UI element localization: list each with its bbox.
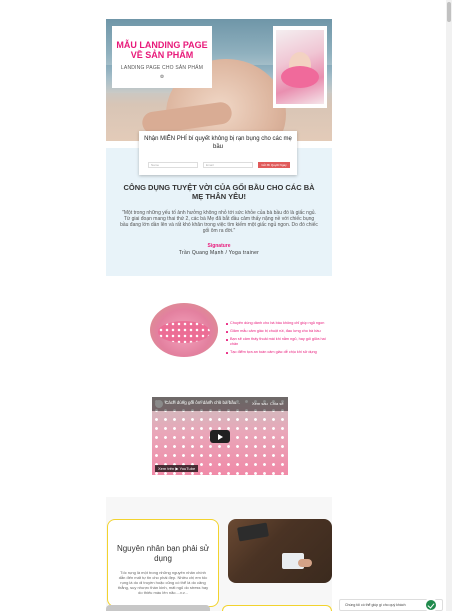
product-photo-frame (273, 26, 327, 108)
reason-heading: Nguyên nhân bạn phải sử dụng (116, 544, 210, 563)
reason-card: Nguyên nhân bạn phải sử dụng Tốc rụng là… (107, 519, 219, 607)
name-input[interactable]: Name (148, 162, 198, 168)
play-icon[interactable] (210, 430, 230, 443)
pillow-circle-image (150, 303, 218, 357)
youtube-video[interactable]: Cách dùng gối ôm dành cho bà bầu... Xem … (152, 397, 288, 475)
chat-icon[interactable] (424, 598, 438, 612)
signature: Signature (207, 243, 231, 249)
page-subtitle: LANDING PAGE CHO SẢN PHẨM (120, 65, 204, 71)
feature-list: Chuyên dùng dành cho bà bầu không chỉ gi… (226, 321, 332, 358)
video-title[interactable]: Cách dùng gối ôm dành cho bà bầu... (165, 400, 245, 405)
scrollbar[interactable] (446, 0, 452, 611)
email-input[interactable]: Email (203, 162, 253, 168)
feature-item: Chuyên dùng dành cho bà bầu không chỉ gi… (226, 321, 332, 326)
hero-banner: MẪU LANDING PAGE VỀ SẢN PHẨM LANDING PAG… (106, 19, 332, 141)
channel-avatar[interactable] (155, 400, 163, 408)
form-row: Name Email Gửi Bí Quyết Ngay (148, 162, 290, 168)
author: Trần Quang Mạnh / Yoga trainer (178, 250, 260, 256)
desk-image (228, 519, 332, 583)
hero-title-box: MẪU LANDING PAGE VỀ SẢN PHẨM LANDING PAG… (112, 26, 212, 88)
benefit-heading: CÔNG DỤNG TUYỆT VỜI CỦA GỐI BẦU CHO CÁC … (123, 183, 315, 201)
page-title: MẪU LANDING PAGE VỀ SẢN PHẨM (116, 40, 208, 60)
desk-laptop (237, 522, 269, 542)
reasons-section: Nguyên nhân bạn phải sử dụng Tốc rụng là… (106, 497, 332, 611)
benefit-quote: "Một trong những yếu tố ảnh hưởng không … (120, 210, 318, 234)
share-button[interactable]: Chia sẻ (270, 401, 284, 406)
watch-later-button[interactable]: Xem sau (252, 401, 268, 406)
next-image-peek (106, 605, 210, 611)
product-photo-pillow (281, 66, 319, 88)
feature-item: Giảm mẫu cảm giác bị chuột rút, đau lưng… (226, 329, 332, 334)
feature-item: Bạn sẽ cảm thấy thoải mái khi nằm ngủ, h… (226, 337, 332, 347)
scrollbar-thumb[interactable] (447, 2, 451, 22)
feature-item: Tạo điểm tựa an toàn cảm giác dễ chịu kh… (226, 350, 332, 355)
next-card-peek (222, 605, 332, 611)
desk-hand (298, 559, 312, 567)
landing-page: MẪU LANDING PAGE VỀ SẢN PHẨM LANDING PAG… (106, 19, 332, 611)
submit-button[interactable]: Gửi Bí Quyết Ngay (258, 162, 290, 168)
youtube-watch-link[interactable]: Xem trên ▶ YouTube (155, 465, 199, 472)
pillow-pattern (158, 321, 210, 343)
form-heading: Nhận MIỄN PHÍ bí quyết không bị rạn bụng… (144, 136, 292, 150)
reason-text: Tốc rụng là một trong những nguyên nhân … (117, 570, 209, 595)
chat-widget[interactable]: Chúng tôi có thể giúp gì cho quý khách (339, 598, 443, 612)
signup-form: Nhận MIỄN PHÍ bí quyết không bị rạn bụng… (139, 131, 297, 175)
crown-icon: ♔ (159, 74, 165, 80)
chat-text[interactable]: Chúng tôi có thể giúp gì cho quý khách (345, 603, 406, 607)
